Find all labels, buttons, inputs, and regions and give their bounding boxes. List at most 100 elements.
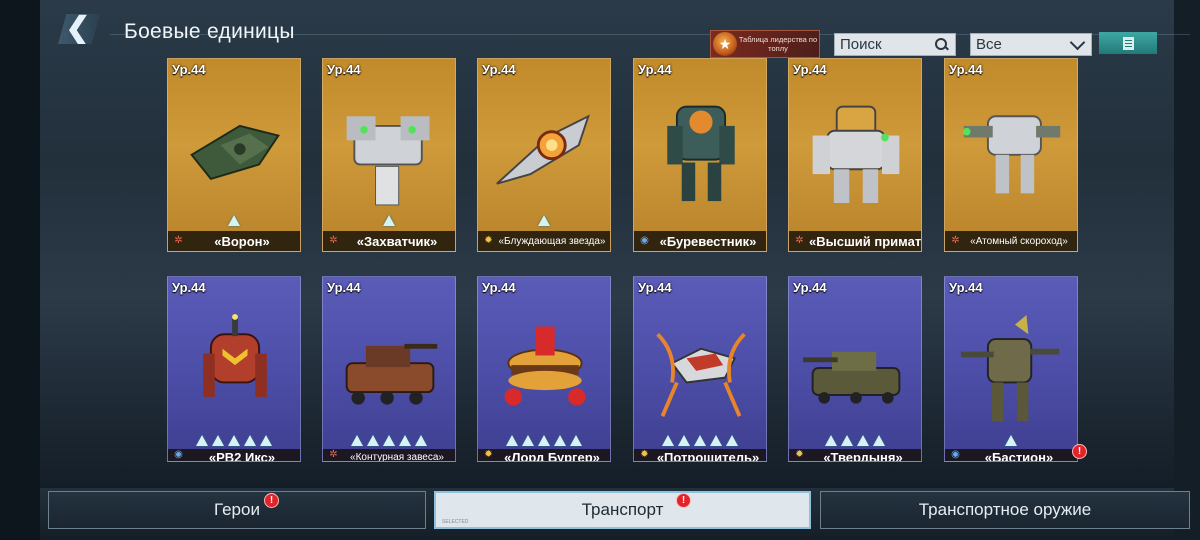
rank-triangle-icon (825, 435, 837, 446)
search-icon[interactable] (935, 37, 949, 52)
unit-image (190, 124, 280, 181)
unit-name: «Ворон» (214, 233, 270, 249)
rank-triangle-icon (554, 435, 566, 446)
defense-class-icon: ◉ (951, 449, 960, 460)
unit-name: «PB2 Икс» (208, 449, 276, 462)
unit-image (345, 343, 438, 405)
unit-name: «Лорд Бургер» (504, 449, 600, 462)
rank-triangle-icon (710, 435, 722, 446)
heroes-alert-badge: ! (264, 493, 279, 508)
rank-triangle-icon (678, 435, 690, 446)
page-title: Боевые единицы (124, 20, 295, 43)
rank-triangle-icon (726, 435, 738, 446)
unit-name-bar: ✲ «Атомный скороход» (945, 231, 1077, 251)
unit-level: Ур.44 (793, 62, 827, 77)
unit-card[interactable]: Ур.44 ✲ «Ворон» (167, 58, 301, 252)
unit-image (496, 114, 591, 185)
unit-name: «Буревестник» (659, 233, 757, 249)
rank-stars (323, 435, 455, 446)
card-alert-badge: ! (1072, 444, 1087, 459)
unit-name: «Захватчик» (356, 233, 438, 249)
unit-card[interactable]: Ур.44 ✹ «Лорд Бургер» (477, 276, 611, 462)
rank-triangle-icon (841, 435, 853, 446)
unit-level: Ур.44 (638, 62, 672, 77)
tab-transport[interactable]: Транспорт SELECTED (434, 491, 811, 529)
unit-card[interactable]: Ур.44 ✲ «Контурная завеса» (322, 276, 456, 462)
unit-level: Ур.44 (327, 62, 361, 77)
unit-level: Ур.44 (482, 62, 516, 77)
filter-value: Все (976, 36, 1002, 53)
rank-triangle-icon (196, 435, 208, 446)
rank-triangle-icon (538, 215, 550, 226)
unit-name-bar: ✹ «Потрошитель» (634, 449, 766, 461)
unit-card[interactable]: Ур.44 ✲ «Атомный скороход» (944, 58, 1078, 252)
defense-class-icon: ◉ (640, 235, 649, 246)
unit-name-bar: ◉ «Буревестник» (634, 231, 766, 251)
unit-name: «Потрошитель» (656, 449, 760, 462)
chevron-left-icon: ❮ (65, 12, 91, 45)
unit-image (667, 105, 735, 202)
transport-alert-badge: ! (676, 493, 691, 508)
attack-class-icon: ✲ (795, 235, 804, 246)
support-class-icon: ✹ (484, 235, 493, 246)
rank-triangle-icon (383, 215, 395, 226)
rank-triangle-icon (538, 435, 550, 446)
trophy-icon: ★ (713, 32, 737, 56)
attack-class-icon: ✲ (174, 235, 183, 246)
unit-name-bar: ✲ «Ворон» (168, 231, 300, 251)
notes-button[interactable] (1099, 32, 1157, 54)
rank-triangle-icon (522, 435, 534, 446)
rank-stars (634, 435, 766, 446)
unit-card[interactable]: Ур.44 ✹ «Потрошитель» (633, 276, 767, 462)
unit-image (203, 314, 267, 397)
rank-triangle-icon (570, 435, 582, 446)
unit-image (812, 105, 900, 203)
tab-heroes[interactable]: Герои (48, 491, 426, 529)
attack-class-icon: ✲ (329, 449, 338, 460)
leaderboard-label: Таблица лидерства по топлу (738, 35, 818, 53)
unit-name-bar: ✲ «Контурная завеса» (323, 449, 455, 461)
unit-image (504, 326, 586, 406)
search-input[interactable]: Поиск (834, 33, 956, 56)
unit-card[interactable]: Ур.44 ◉ «PB2 Икс» (167, 276, 301, 462)
unit-card[interactable]: Ур.44 ✲ «Захватчик» (322, 58, 456, 252)
unit-level: Ур.44 (482, 280, 516, 295)
rank-triangle-icon (857, 435, 869, 446)
tab-vehicle-weapons[interactable]: Транспортное оружие (820, 491, 1190, 529)
unit-name-bar: ✲ «Высший примат» (789, 231, 921, 251)
unit-name-bar: ✲ «Захватчик» (323, 231, 455, 251)
attack-class-icon: ✲ (329, 235, 338, 246)
search-placeholder: Поиск (840, 36, 882, 53)
rank-stars (478, 435, 610, 446)
rank-triangle-icon (873, 435, 885, 446)
unit-level: Ур.44 (949, 280, 983, 295)
unit-card[interactable]: Ур.44 ✹ «Блуждающая звезда» (477, 58, 611, 252)
unit-name-bar: ✹ «Твердыня» (789, 449, 921, 461)
rank-triangle-icon (351, 435, 363, 446)
attack-class-icon: ✲ (951, 235, 960, 246)
unit-image (960, 315, 1060, 421)
unit-card[interactable]: Ур.44 ✲ «Высший примат» (788, 58, 922, 252)
support-class-icon: ✹ (484, 449, 493, 460)
unit-card[interactable]: Ур.44 ✹ «Твердыня» (788, 276, 922, 462)
notes-icon (1122, 36, 1134, 50)
rank-triangle-icon (212, 435, 224, 446)
unit-card[interactable]: Ур.44 ◉ «Бастион» (944, 276, 1078, 462)
filter-dropdown[interactable]: Все (970, 33, 1092, 56)
unit-image (803, 351, 901, 404)
unit-name-bar: ✹ «Лорд Бургер» (478, 449, 610, 461)
leaderboard-button[interactable]: ★ Таблица лидерства по топлу (710, 30, 820, 58)
rank-triangle-icon (399, 435, 411, 446)
unit-level: Ур.44 (638, 280, 672, 295)
rank-triangle-icon (662, 435, 674, 446)
rank-stars (168, 435, 300, 446)
support-class-icon: ✹ (640, 449, 649, 460)
unit-image (656, 332, 746, 417)
rank-triangle-icon (228, 215, 240, 226)
unit-card[interactable]: Ур.44 ◉ «Буревестник» (633, 58, 767, 252)
rank-triangle-icon (260, 435, 272, 446)
unit-name-bar: ✹ «Блуждающая звезда» (478, 231, 610, 251)
rank-triangle-icon (383, 435, 395, 446)
rank-triangle-icon (415, 435, 427, 446)
rank-triangle-icon (694, 435, 706, 446)
